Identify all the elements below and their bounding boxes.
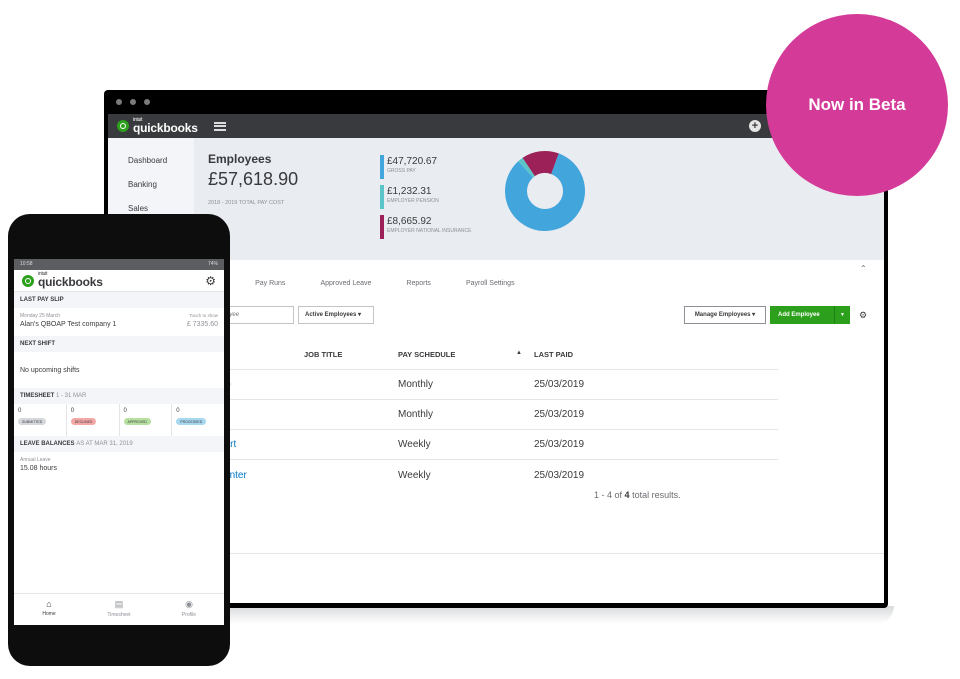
table-header: PLOYEE JOB TITLE PAY SCHEDULE ▲ LAST PAI…: [194, 340, 778, 370]
beta-badge: Now in Beta: [766, 14, 948, 196]
sidebar-item-banking[interactable]: Banking: [108, 173, 194, 197]
pay-cost-donut: [505, 151, 585, 231]
leave-balance-card: Annual Leave 15.08 hours: [20, 457, 57, 472]
window-controls: [116, 99, 150, 105]
settings-gear-icon[interactable]: ⚙: [205, 274, 216, 288]
pay-summary-panel: Employees £57,618.90 2018 - 2019 TOTAL P…: [194, 138, 884, 260]
phone-screen: 10:58 74% intuit quickbooks ⚙ LAST PAY SL…: [14, 259, 224, 625]
column-header-pay-schedule[interactable]: PAY SCHEDULE ▲: [398, 350, 534, 359]
sort-ascending-icon: ▲: [516, 350, 522, 356]
table-row[interactable]: n Byrne Monthly 25/03/2019: [194, 400, 778, 430]
collapse-chevron-icon[interactable]: ⌃: [860, 264, 867, 273]
timesheet-submitted[interactable]: 0 SUBMITTED: [14, 404, 67, 436]
create-plus-icon[interactable]: +: [749, 120, 761, 132]
nav-home[interactable]: ⌂ Home: [14, 594, 84, 625]
phone-header: intuit quickbooks ⚙: [14, 270, 224, 292]
timesheet-icon: ▤: [114, 599, 124, 609]
manage-employees-button[interactable]: Manage Employees ▾: [684, 306, 766, 324]
window-dot-icon[interactable]: [130, 99, 136, 105]
page-title: Employees: [208, 152, 272, 166]
last-paid-cell: 25/03/2019: [534, 439, 585, 450]
gear-icon[interactable]: ⚙: [859, 310, 867, 321]
window-dot-icon[interactable]: [144, 99, 150, 105]
phone-device: 10:58 74% intuit quickbooks ⚙ LAST PAY SL…: [8, 214, 230, 666]
last-paid-cell: 25/03/2019: [534, 379, 585, 390]
section-header-timesheet: TIMESHEET 1 - 31 MAR: [14, 388, 224, 404]
status-badge: PROCESSED: [176, 418, 207, 425]
section-header-leave-balances: LEAVE BALANCES AS AT MAR 31, 2019: [14, 436, 224, 452]
divider: [194, 553, 884, 554]
quickbooks-logo: intuit quickbooks: [22, 272, 103, 289]
status-badge: SUBMITTED: [18, 418, 47, 425]
last-paid-cell: 25/03/2019: [534, 409, 585, 420]
quickbooks-logo-icon: [117, 120, 129, 132]
employee-status-select[interactable]: Active Employees ▾: [298, 306, 374, 324]
metric-gross-pay: £47,720.67 GROSS PAY: [380, 155, 437, 179]
column-header-job-title[interactable]: JOB TITLE: [304, 350, 398, 359]
phone-status-bar: 10:58 74%: [14, 259, 224, 270]
timesheet-declined[interactable]: 0 DECLINED: [67, 404, 120, 436]
metric-employer-pension: £1,232.31 EMPLOYER PENSION: [380, 185, 439, 209]
last-pay-slip-card[interactable]: Monday 25 March Alan's QBOAP Test compan…: [14, 308, 224, 336]
table-row[interactable]: e Carpenter Weekly 25/03/2019: [194, 460, 778, 490]
metric-employer-ni: £8,665.92 EMPLOYER NATIONAL INSURANCE: [380, 215, 471, 239]
quickbooks-logo-icon: [22, 274, 34, 287]
table-row[interactable]: n Coello Monthly 25/03/2019: [194, 370, 778, 400]
tab-payroll-settings[interactable]: Payroll Settings: [466, 274, 515, 295]
section-header-last-pay-slip: LAST PAY SLIP: [14, 292, 224, 308]
nav-timesheet[interactable]: ▤ Timesheet: [84, 594, 154, 625]
main-content: Employees £57,618.90 2018 - 2019 TOTAL P…: [194, 138, 884, 603]
nav-profile[interactable]: ◉ Profile: [154, 594, 224, 625]
tab-reports[interactable]: Reports: [406, 274, 431, 295]
add-employee-button[interactable]: Add Employee ▼: [770, 306, 850, 324]
menu-icon[interactable]: [213, 121, 226, 131]
status-badge: DECLINED: [70, 418, 97, 425]
results-count: 1 - 4 of 4 total results.: [594, 490, 681, 500]
quickbooks-logo[interactable]: intuit quickbooks: [117, 117, 198, 135]
phone-bottom-nav: ⌂ Home ▤ Timesheet ◉ Profile: [14, 593, 224, 625]
profile-icon: ◉: [185, 599, 193, 609]
status-badge: APPROVED: [123, 418, 151, 425]
total-pay-cost: £57,618.90: [208, 169, 299, 189]
employees-table: PLOYEE JOB TITLE PAY SCHEDULE ▲ LAST PAI…: [194, 340, 778, 490]
pay-schedule-cell: Weekly: [398, 469, 431, 481]
next-shift-text: No upcoming shifts: [20, 367, 80, 374]
timesheet-processed[interactable]: 0 PROCESSED: [172, 404, 224, 436]
table-row[interactable]: e Stewart Weekly 25/03/2019: [194, 430, 778, 460]
section-header-next-shift: NEXT SHIFT: [14, 336, 224, 352]
home-icon: ⌂: [46, 599, 52, 609]
last-paid-cell: 25/03/2019: [534, 469, 585, 481]
tab-approved-leave[interactable]: Approved Leave: [320, 274, 371, 295]
pay-schedule-cell: Monthly: [398, 409, 434, 420]
tab-pay-runs[interactable]: Pay Runs: [255, 274, 285, 295]
tab-bar: ployees Pay Runs Approved Leave Reports …: [194, 274, 550, 304]
timesheet-approved[interactable]: 0 APPROVED: [120, 404, 173, 436]
column-header-last-paid[interactable]: LAST PAID: [534, 350, 654, 359]
timesheet-status-row: 0 SUBMITTED 0 DECLINED 0 APPROVED 0 PROC…: [14, 404, 224, 436]
sidebar-item-dashboard[interactable]: Dashboard: [108, 149, 194, 173]
pay-schedule-cell: Weekly: [398, 439, 431, 450]
total-pay-cost-label: 2018 - 2019 TOTAL PAY COST: [208, 200, 285, 206]
chevron-down-icon[interactable]: ▼: [834, 306, 850, 324]
window-dot-icon[interactable]: [116, 99, 122, 105]
pay-schedule-cell: Monthly: [398, 379, 434, 390]
